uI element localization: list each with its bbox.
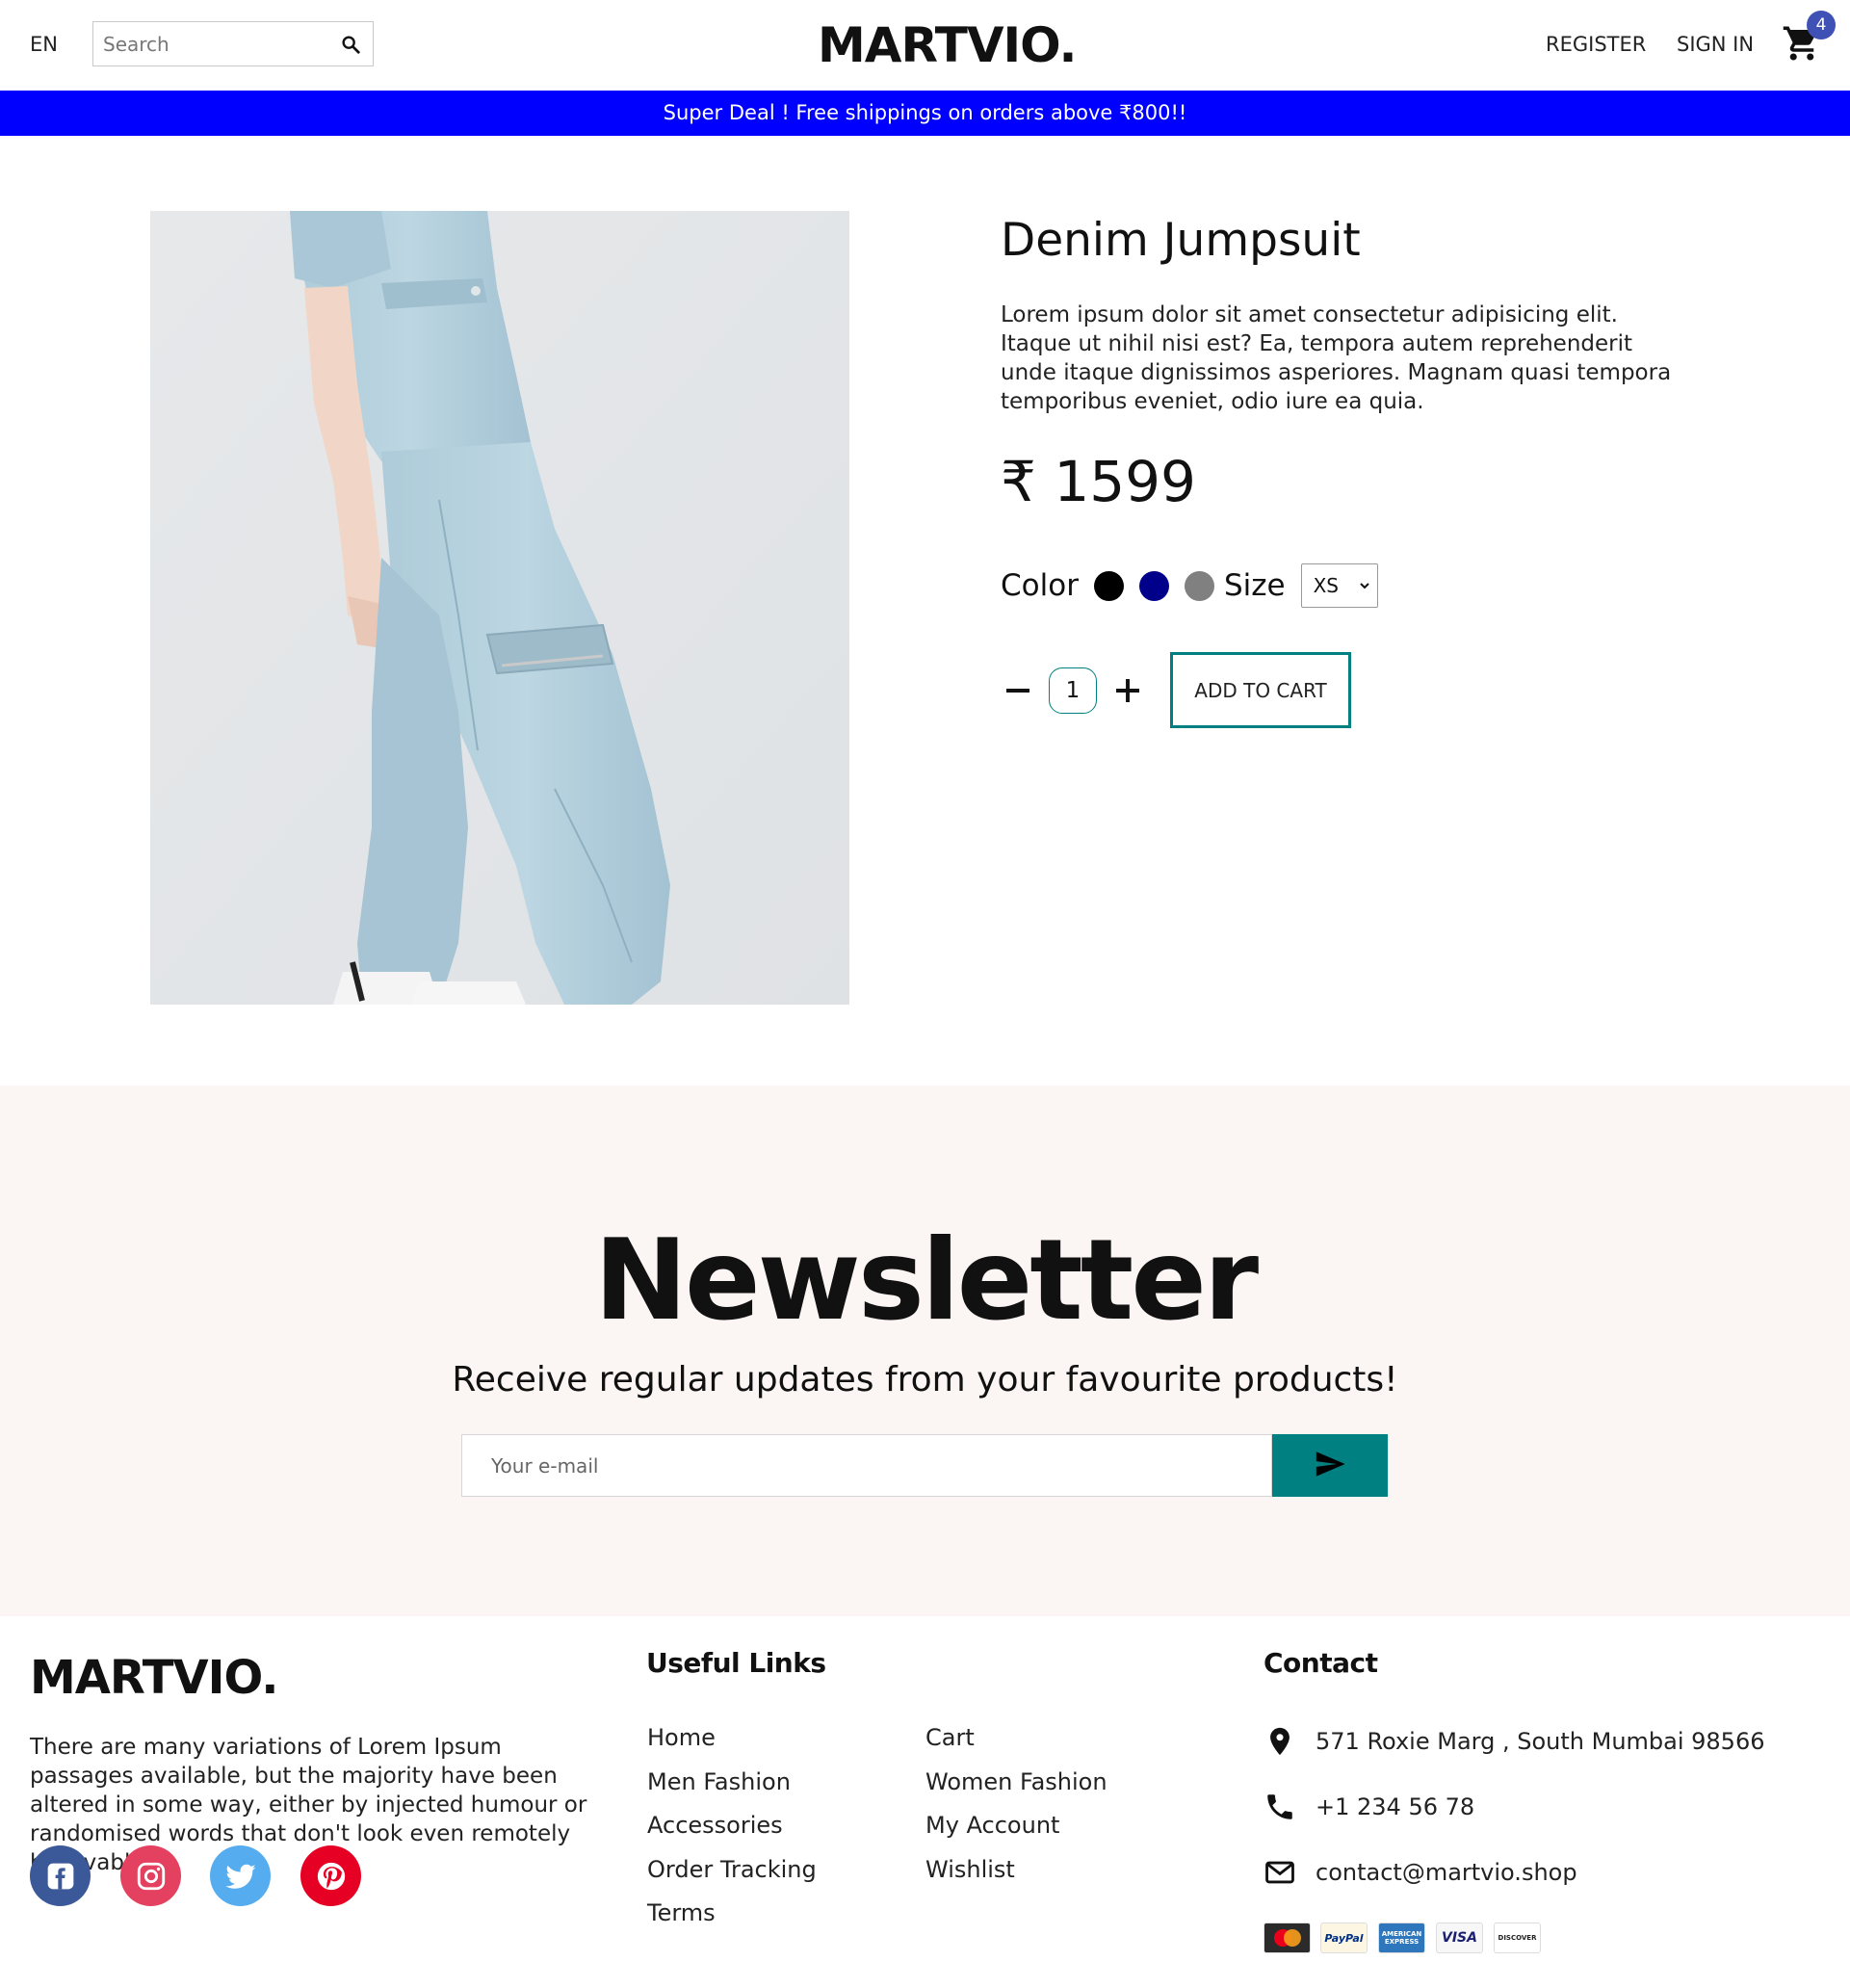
cart-count-badge: 4 xyxy=(1807,11,1836,39)
mastercard-icon xyxy=(1264,1923,1311,1953)
pinterest-icon[interactable] xyxy=(300,1845,361,1906)
useful-links-heading: Useful Links xyxy=(646,1647,826,1679)
discover-icon: DISCOVER xyxy=(1494,1923,1541,1953)
phone-text[interactable]: +1 234 56 78 xyxy=(1316,1793,1474,1820)
product-image xyxy=(150,211,849,1005)
chevron-down-icon xyxy=(1359,583,1369,589)
paypal-icon: PayPal xyxy=(1320,1923,1368,1953)
instagram-icon[interactable] xyxy=(120,1845,181,1906)
contact-email: contact@martvio.shop xyxy=(1264,1853,1577,1892)
quantity-value[interactable]: 1 xyxy=(1049,667,1097,714)
add-to-cart-button[interactable]: ADD TO CART xyxy=(1170,652,1351,728)
plus-icon[interactable] xyxy=(1110,673,1145,708)
phone-icon xyxy=(1267,1794,1292,1819)
contact-phone: +1 234 56 78 xyxy=(1264,1788,1474,1826)
product-description: Lorem ipsum dolor sit amet consectetur a… xyxy=(1001,302,1672,414)
color-label: Color xyxy=(1001,568,1079,603)
contact-address: 571 Roxie Marg , South Mumbai 98566 xyxy=(1264,1722,1765,1761)
twitter-icon[interactable] xyxy=(210,1845,271,1906)
announcement-bar: Super Deal ! Free shippings on orders ab… xyxy=(0,91,1850,136)
facebook-icon[interactable] xyxy=(30,1845,91,1906)
email-text[interactable]: contact@martvio.shop xyxy=(1316,1859,1577,1886)
product-price: ₹ 1599 xyxy=(1001,449,1196,514)
color-swatch-black[interactable] xyxy=(1093,570,1124,601)
sign-in-link[interactable]: SIGN IN xyxy=(1677,33,1754,56)
size-selected-value: XS xyxy=(1313,574,1339,597)
contact-heading: Contact xyxy=(1264,1647,1378,1679)
footer-link-order-tracking[interactable]: Order Tracking xyxy=(647,1856,817,1883)
size-label: Size xyxy=(1223,568,1286,603)
footer-logo: MARTVIO. xyxy=(30,1651,278,1705)
amex-icon: AMERICAN EXPRESS xyxy=(1378,1923,1425,1953)
footer-link-accessories[interactable]: Accessories xyxy=(647,1812,783,1839)
search-box[interactable] xyxy=(92,21,374,66)
footer-link-women-fashion[interactable]: Women Fashion xyxy=(925,1768,1107,1795)
search-icon[interactable] xyxy=(340,34,361,55)
location-pin-icon xyxy=(1270,1727,1290,1756)
footer-link-home[interactable]: Home xyxy=(647,1724,716,1751)
address-text: 571 Roxie Marg , South Mumbai 98566 xyxy=(1316,1728,1765,1755)
quantity-stepper: 1 xyxy=(1001,652,1145,729)
logo[interactable]: MARTVIO. xyxy=(818,17,1078,73)
send-icon xyxy=(1316,1452,1345,1477)
newsletter-subtitle: Receive regular updates from your favour… xyxy=(452,1360,1398,1399)
navbar: EN MARTVIO. REGISTER SIGN IN 4 xyxy=(0,0,1850,91)
register-link[interactable]: REGISTER xyxy=(1546,33,1646,56)
newsletter-title: Newsletter xyxy=(593,1216,1259,1346)
footer: MARTVIO. There are many variations of Lo… xyxy=(0,1616,1850,1988)
newsletter-section: Newsletter Receive regular updates from … xyxy=(0,1086,1850,1616)
product-title: Denim Jumpsuit xyxy=(1001,214,1361,267)
search-input[interactable] xyxy=(103,30,334,59)
product-filters: Color Size XS xyxy=(1001,562,1378,609)
footer-link-terms[interactable]: Terms xyxy=(647,1899,716,1926)
visa-icon: VISA xyxy=(1436,1923,1483,1953)
size-select[interactable]: XS xyxy=(1300,563,1378,608)
newsletter-send-button[interactable] xyxy=(1272,1434,1388,1497)
footer-link-wishlist[interactable]: Wishlist xyxy=(925,1856,1015,1883)
footer-link-men-fashion[interactable]: Men Fashion xyxy=(647,1768,791,1795)
footer-link-cart[interactable]: Cart xyxy=(925,1724,975,1751)
minus-icon[interactable] xyxy=(1001,673,1035,708)
mail-icon xyxy=(1265,1861,1294,1884)
color-swatch-darkblue[interactable] xyxy=(1138,570,1169,601)
language-selector[interactable]: EN xyxy=(30,33,58,56)
color-swatch-gray[interactable] xyxy=(1184,570,1214,601)
footer-link-my-account[interactable]: My Account xyxy=(925,1812,1059,1839)
newsletter-email-input[interactable] xyxy=(461,1434,1272,1497)
